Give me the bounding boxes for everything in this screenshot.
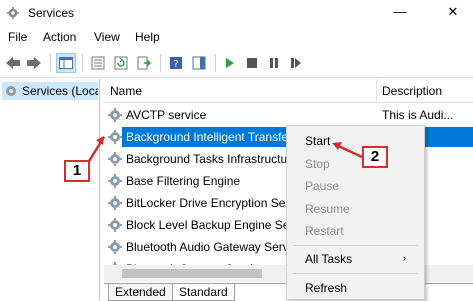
annotation-badge-2: 2 bbox=[362, 146, 388, 168]
menu-action[interactable]: Action bbox=[43, 30, 76, 44]
show-hide-console-tree-button[interactable] bbox=[56, 53, 76, 73]
service-gear-icon bbox=[108, 196, 122, 210]
menu-help[interactable]: Help bbox=[135, 30, 160, 44]
column-header-description[interactable]: Description bbox=[382, 84, 442, 98]
service-row[interactable]: AVCTP service This is Audi... bbox=[104, 105, 473, 127]
submenu-arrow-icon: › bbox=[403, 253, 406, 263]
menu-divider bbox=[293, 273, 418, 274]
stop-service-button[interactable] bbox=[242, 53, 262, 73]
menu-bar: File Action View Help bbox=[0, 26, 473, 48]
service-gear-icon bbox=[108, 218, 122, 232]
service-gear-icon bbox=[108, 108, 122, 122]
menu-item-resume[interactable]: Resume bbox=[305, 202, 350, 216]
menu-item-stop[interactable]: Stop bbox=[305, 157, 330, 171]
menu-item-pause[interactable]: Pause bbox=[305, 179, 339, 193]
show-action-pane-button[interactable] bbox=[189, 53, 209, 73]
service-name: BitLocker Drive Encryption Service bbox=[126, 196, 311, 210]
properties-button[interactable] bbox=[88, 53, 108, 73]
title-bar: Services — ✕ bbox=[0, 0, 473, 26]
services-gear-icon bbox=[6, 6, 20, 20]
stop-icon bbox=[247, 58, 257, 68]
close-button[interactable]: ✕ bbox=[433, 0, 473, 26]
console-tree: Services (Local) bbox=[0, 79, 100, 300]
service-description: This is Audi... bbox=[382, 108, 454, 122]
back-arrow-icon bbox=[6, 57, 20, 69]
annotation-badge-1: 1 bbox=[64, 160, 90, 182]
service-gear-icon bbox=[108, 240, 122, 254]
menu-item-refresh[interactable]: Refresh bbox=[305, 281, 347, 295]
toolbar-separator bbox=[50, 54, 51, 72]
play-icon bbox=[226, 58, 234, 68]
service-gear-icon bbox=[108, 130, 122, 144]
export-list-icon bbox=[137, 56, 151, 70]
forward-button[interactable] bbox=[24, 53, 44, 73]
context-menu: Start Stop Pause Resume Restart All Task… bbox=[286, 125, 425, 300]
toolbar-separator bbox=[82, 54, 83, 72]
tree-node-services-local[interactable]: Services (Local) bbox=[2, 82, 98, 100]
toolbar-separator bbox=[160, 54, 161, 72]
service-name: Base Filtering Engine bbox=[126, 174, 241, 188]
column-header-name[interactable]: Name bbox=[110, 84, 142, 98]
pause-service-button[interactable] bbox=[264, 53, 284, 73]
services-gear-icon bbox=[6, 86, 16, 96]
menu-view[interactable]: View bbox=[94, 30, 120, 44]
column-divider[interactable] bbox=[376, 79, 377, 103]
svg-text:?: ? bbox=[173, 59, 178, 70]
pause-icon bbox=[270, 58, 278, 68]
start-service-button[interactable] bbox=[220, 53, 240, 73]
restart-icon bbox=[291, 58, 301, 68]
properties-icon bbox=[91, 56, 105, 70]
back-button[interactable] bbox=[3, 53, 23, 73]
window-title: Services bbox=[28, 6, 75, 20]
help-button[interactable]: ? bbox=[166, 53, 186, 73]
menu-divider bbox=[293, 245, 418, 246]
menu-file[interactable]: File bbox=[8, 30, 27, 44]
refresh-icon bbox=[114, 56, 128, 70]
service-gear-icon bbox=[108, 174, 122, 188]
refresh-button[interactable] bbox=[111, 53, 131, 73]
export-list-button[interactable] bbox=[134, 53, 154, 73]
minimize-button[interactable]: — bbox=[380, 0, 420, 26]
forward-arrow-icon bbox=[27, 57, 41, 69]
service-name: AVCTP service bbox=[126, 108, 207, 122]
service-gear-icon bbox=[108, 152, 122, 166]
list-header: Name Description bbox=[104, 79, 473, 103]
toolbar-separator bbox=[215, 54, 216, 72]
restart-service-button[interactable] bbox=[286, 53, 306, 73]
menu-item-start[interactable]: Start bbox=[305, 134, 330, 148]
tree-node-label: Services (Local) bbox=[22, 84, 98, 98]
menu-item-restart[interactable]: Restart bbox=[305, 224, 344, 238]
help-icon: ? bbox=[170, 57, 182, 70]
tab-standard[interactable]: Standard bbox=[172, 284, 235, 301]
scrollbar-thumb[interactable] bbox=[122, 269, 262, 278]
toolbar: ? bbox=[0, 48, 473, 78]
console-tree-icon bbox=[59, 57, 73, 69]
action-pane-icon bbox=[192, 56, 206, 70]
service-name: Bluetooth Audio Gateway Service bbox=[126, 240, 305, 254]
menu-item-all-tasks[interactable]: All Tasks bbox=[305, 252, 352, 266]
tab-extended[interactable]: Extended bbox=[108, 284, 173, 301]
